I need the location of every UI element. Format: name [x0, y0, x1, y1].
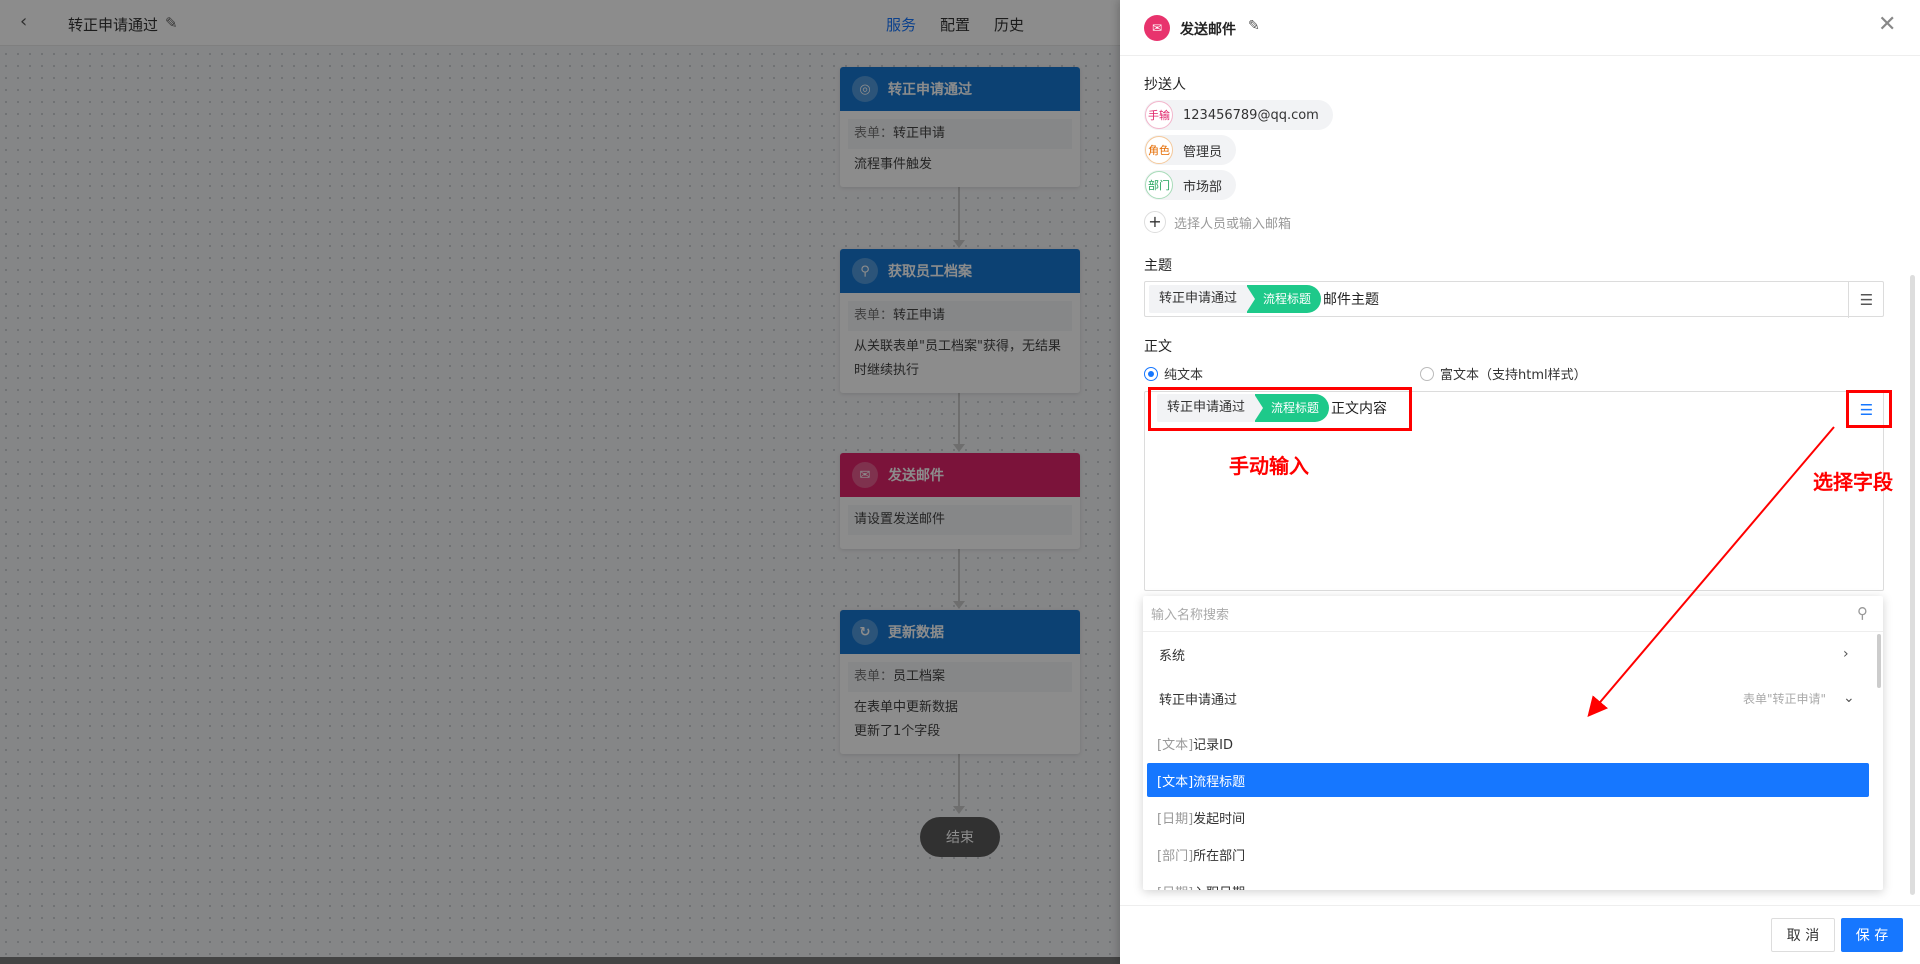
- radio-plain-text[interactable]: 纯文本: [1144, 364, 1203, 383]
- cancel-button[interactable]: 取 消: [1771, 918, 1835, 952]
- panel-header: ✉ 发送邮件 ✎ ✕: [1120, 0, 1920, 56]
- panel-title: 发送邮件: [1180, 22, 1236, 38]
- dropdown-item[interactable]: [文本] 记录ID: [1147, 726, 1869, 760]
- group-label: 系统: [1159, 648, 1186, 664]
- save-button[interactable]: 保 存: [1841, 918, 1903, 952]
- recipient-text: 市场部: [1183, 179, 1223, 195]
- cc-label: 抄送人: [1144, 77, 1186, 93]
- dropdown-item-selected[interactable]: [文本] 流程标题: [1147, 763, 1869, 797]
- dropdown-group-form[interactable]: 转正申请通过 表单"转正申请" ⌄: [1143, 676, 1883, 720]
- annotation-select-field: 选择字段: [1813, 470, 1893, 494]
- plus-icon[interactable]: +: [1144, 211, 1166, 233]
- dropdown-search-input[interactable]: 输入名称搜索: [1151, 604, 1229, 623]
- body-label: 正文: [1144, 339, 1172, 355]
- radio-label: 富文本（支持html样式）: [1440, 368, 1587, 383]
- bottom-scrollbar: [0, 957, 1120, 964]
- group-hint: 表单"转正申请": [1743, 691, 1827, 706]
- radio-rich-text[interactable]: 富文本（支持html样式）: [1420, 364, 1587, 383]
- highlight-box-picker: [1846, 390, 1892, 428]
- dropdown-item[interactable]: [日期]入职日期: [1147, 874, 1869, 891]
- edit-icon[interactable]: ✎: [1248, 18, 1260, 34]
- recipient-chip[interactable]: 角色 管理员: [1144, 135, 1237, 165]
- dropdown-group-system[interactable]: 系统 ›: [1143, 632, 1883, 676]
- recipient-type-tag: 角色: [1145, 136, 1173, 164]
- dropdown-scrollbar[interactable]: [1877, 634, 1881, 688]
- highlight-box-manual: [1148, 387, 1412, 431]
- recipient-text: 123456789@qq.com: [1183, 107, 1319, 123]
- recipient-text: 管理员: [1183, 144, 1223, 160]
- add-recipient[interactable]: + 选择人员或输入邮箱: [1144, 211, 1291, 233]
- dropdown-search[interactable]: 输入名称搜索 ⚲: [1143, 596, 1883, 632]
- panel-footer: 取 消 保 存: [1120, 905, 1920, 964]
- annotation-manual-input: 手动输入: [1229, 454, 1309, 478]
- radio-dot[interactable]: [1420, 366, 1434, 381]
- group-label: 转正申请通过: [1159, 692, 1238, 708]
- radio-dot[interactable]: [1144, 366, 1158, 381]
- subject-input[interactable]: 转正申请通过 流程标题 邮件主题 ☰: [1144, 281, 1884, 318]
- subject-label: 主题: [1144, 258, 1172, 274]
- recipient-type-tag: 手输: [1145, 101, 1173, 129]
- dropdown-item[interactable]: [日期] 发起时间: [1147, 800, 1869, 834]
- mail-icon: ✉: [1144, 15, 1170, 41]
- chevron-down-icon: ⌄: [1843, 690, 1855, 706]
- search-icon[interactable]: ⚲: [1857, 604, 1868, 622]
- close-icon[interactable]: ✕: [1878, 14, 1896, 36]
- chevron-right-icon: ›: [1843, 646, 1849, 662]
- panel-scrollbar[interactable]: [1910, 275, 1915, 895]
- recipient-chip[interactable]: 部门 市场部: [1144, 170, 1237, 200]
- subject-text: 邮件主题: [1323, 292, 1380, 308]
- recipient-chip[interactable]: 手输 123456789@qq.com: [1144, 100, 1333, 130]
- field-token-source: 转正申请通过: [1149, 285, 1248, 313]
- radio-label: 纯文本: [1164, 368, 1204, 383]
- add-recipient-placeholder[interactable]: 选择人员或输入邮箱: [1174, 213, 1291, 232]
- modal-overlay[interactable]: [0, 0, 1120, 964]
- field-picker-icon[interactable]: ☰: [1848, 282, 1884, 318]
- field-token-title[interactable]: 流程标题: [1246, 285, 1322, 313]
- field-picker-dropdown: 输入名称搜索 ⚲ 系统 › 转正申请通过 表单"转正申请" ⌄ [文本] 记录ID…: [1143, 596, 1883, 890]
- dropdown-item[interactable]: [部门] 所在部门: [1147, 837, 1869, 871]
- recipient-type-tag: 部门: [1145, 171, 1173, 199]
